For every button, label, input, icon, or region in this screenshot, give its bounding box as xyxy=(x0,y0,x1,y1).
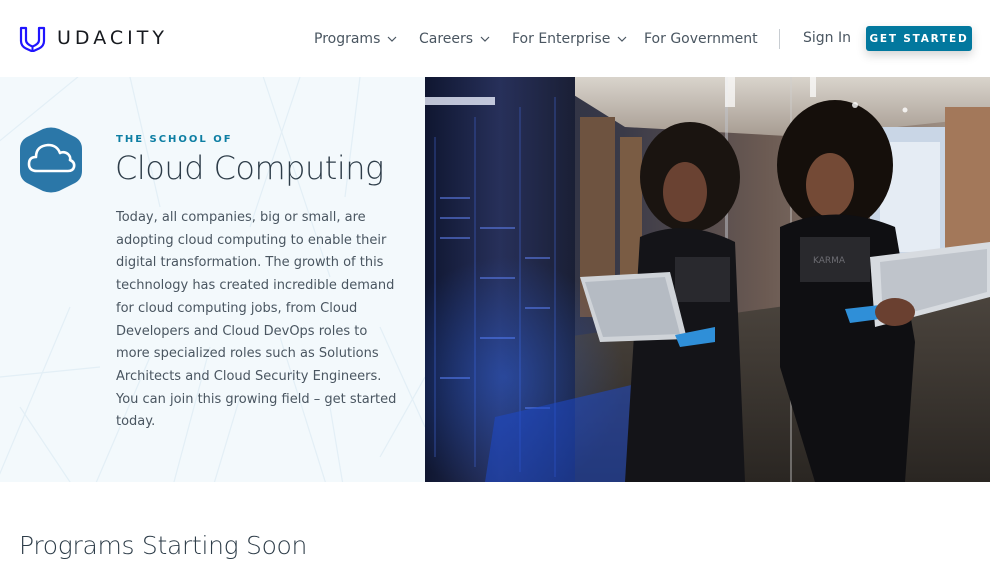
shirt-text: KARMA xyxy=(813,256,846,266)
site-header: UDACITY Programs Careers For Enterprise … xyxy=(0,0,990,77)
chevron-down-icon xyxy=(617,36,627,42)
udacity-logo[interactable]: UDACITY xyxy=(19,25,168,52)
cloud-icon xyxy=(20,127,82,193)
brand-name: UDACITY xyxy=(57,27,168,49)
nav-programs-label: Programs xyxy=(314,31,381,47)
school-description: Today, all companies, big or small, are … xyxy=(116,210,397,430)
nav-careers[interactable]: Careers xyxy=(419,31,490,47)
nav-divider xyxy=(779,29,780,49)
udacity-logo-icon xyxy=(19,26,46,52)
chevron-down-icon xyxy=(387,36,397,42)
nav-careers-label: Careers xyxy=(419,31,474,47)
hero-text-panel: THE SCHOOL OF Cloud Computing Today, all… xyxy=(0,77,425,482)
nav-government-label: For Government xyxy=(644,31,758,47)
school-eyebrow: THE SCHOOL OF xyxy=(116,134,233,145)
nav-enterprise-label: For Enterprise xyxy=(512,31,611,47)
chevron-down-icon xyxy=(480,36,490,42)
nav-government[interactable]: For Government xyxy=(644,31,758,47)
hero-photo: KARMA xyxy=(425,77,990,482)
nav-enterprise[interactable]: For Enterprise xyxy=(512,31,627,47)
nav-programs[interactable]: Programs xyxy=(314,31,397,47)
school-title: Cloud Computing xyxy=(115,149,384,187)
get-started-button[interactable]: GET STARTED xyxy=(866,26,972,51)
sign-in-link[interactable]: Sign In xyxy=(803,30,851,46)
hero-image: KARMA xyxy=(425,77,990,482)
programs-heading: Programs Starting Soon xyxy=(19,531,308,560)
hero-section: THE SCHOOL OF Cloud Computing Today, all… xyxy=(0,77,990,482)
